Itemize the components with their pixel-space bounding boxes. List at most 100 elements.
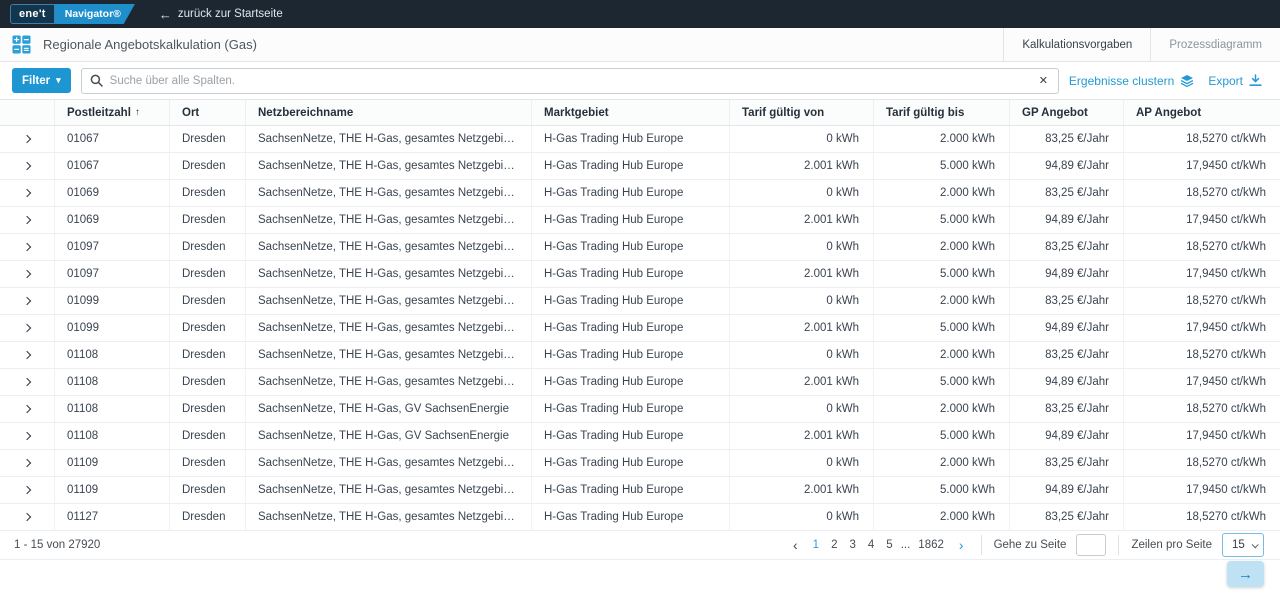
clear-search-button[interactable]: ✕ [1037,74,1050,87]
cell-tarif-gueltig-bis: 5.000 kWh [874,477,1010,503]
expand-row-button[interactable] [0,369,55,395]
cell-postleitzahl: 01108 [55,396,170,422]
export-label: Export [1208,74,1243,88]
expand-row-button[interactable] [0,261,55,287]
expand-row-button[interactable] [0,423,55,449]
cell-gp-angebot: 83,25 €/Jahr [1010,234,1124,260]
table-row: 01099 Dresden SachsenNetze, THE H-Gas, g… [0,288,1280,315]
title-bar: Regionale Angebotskalkulation (Gas) Kalk… [0,28,1280,62]
cell-tarif-gueltig-von: 2.001 kWh [730,153,874,179]
header-marktgebiet[interactable]: Marktgebiet [532,100,730,125]
cell-tarif-gueltig-bis: 2.000 kWh [874,450,1010,476]
cell-ort: Dresden [170,423,246,449]
cell-netzbereichname: SachsenNetze, THE H-Gas, gesamtes Netzge… [246,369,532,395]
cell-tarif-gueltig-bis: 5.000 kWh [874,315,1010,341]
expand-row-button[interactable] [0,153,55,179]
topbar: ene't Navigator® ← zurück zur Startseite [0,0,1280,28]
page-button-1862[interactable]: 1862 [912,537,950,553]
cell-marktgebiet: H-Gas Trading Hub Europe [532,423,730,449]
header-tarif-gueltig-von[interactable]: Tarif gültig von [730,100,874,125]
page-button-3[interactable]: 3 [843,537,861,553]
cell-tarif-gueltig-von: 2.001 kWh [730,423,874,449]
header-expand-column [0,100,55,125]
expand-row-button[interactable] [0,477,55,503]
table-body: 01067 Dresden SachsenNetze, THE H-Gas, g… [0,126,1280,531]
chevron-right-icon [23,405,31,413]
search-input[interactable] [110,75,1030,87]
cell-ap-angebot: 18,5270 ct/kWh [1124,396,1280,422]
chevron-right-icon [23,378,31,386]
table-row: 01108 Dresden SachsenNetze, THE H-Gas, g… [0,369,1280,396]
goto-page-input[interactable] [1076,534,1106,556]
cell-postleitzahl: 01127 [55,504,170,530]
cell-tarif-gueltig-von: 0 kWh [730,342,874,368]
cell-tarif-gueltig-bis: 5.000 kWh [874,261,1010,287]
cell-ort: Dresden [170,261,246,287]
cell-postleitzahl: 01097 [55,234,170,260]
cell-marktgebiet: H-Gas Trading Hub Europe [532,180,730,206]
table-row: 01099 Dresden SachsenNetze, THE H-Gas, g… [0,315,1280,342]
chevron-right-icon [23,486,31,494]
chevron-right-icon [23,513,31,521]
cell-postleitzahl: 01067 [55,126,170,152]
expand-row-button[interactable] [0,504,55,530]
cell-ort: Dresden [170,153,246,179]
goto-page-label: Gehe zu Seite [994,539,1067,551]
next-page-button[interactable]: › [954,538,969,552]
cell-ort: Dresden [170,288,246,314]
cell-marktgebiet: H-Gas Trading Hub Europe [532,126,730,152]
tab-kalkulationsvorgaben[interactable]: Kalkulationsvorgaben [1003,28,1150,61]
cell-tarif-gueltig-bis: 5.000 kWh [874,423,1010,449]
expand-row-button[interactable] [0,180,55,206]
export-link[interactable]: Export [1208,74,1262,88]
cell-netzbereichname: SachsenNetze, THE H-Gas, gesamtes Netzge… [246,288,532,314]
cell-ap-angebot: 17,9450 ct/kWh [1124,207,1280,233]
cell-ap-angebot: 17,9450 ct/kWh [1124,153,1280,179]
page-button-2[interactable]: 2 [825,537,843,553]
cell-ap-angebot: 18,5270 ct/kWh [1124,450,1280,476]
chevron-right-icon [23,135,31,143]
expand-row-button[interactable] [0,396,55,422]
cell-tarif-gueltig-von: 2.001 kWh [730,207,874,233]
header-netzbereichname[interactable]: Netzbereichname [246,100,532,125]
rows-per-page-value: 15 [1232,539,1245,551]
previous-page-button[interactable]: ‹ [788,538,803,552]
expand-row-button[interactable] [0,207,55,233]
expand-row-button[interactable] [0,288,55,314]
cell-ap-angebot: 17,9450 ct/kWh [1124,315,1280,341]
sort-ascending-icon: ↑ [135,107,140,118]
filter-button[interactable]: Filter ▾ [12,68,71,93]
header-ap-angebot[interactable]: AP Angebot [1124,100,1280,125]
page-button-5[interactable]: 5 [880,537,898,553]
cell-postleitzahl: 01109 [55,450,170,476]
cell-gp-angebot: 83,25 €/Jahr [1010,450,1124,476]
cluster-results-link[interactable]: Ergebnisse clustern [1069,74,1194,88]
rows-per-page-select[interactable]: 15 [1222,533,1264,557]
enet-navigator-logo[interactable]: ene't Navigator® [10,4,135,24]
enet-logo-text: ene't [10,4,55,24]
cell-gp-angebot: 94,89 €/Jahr [1010,477,1124,503]
back-to-home-link[interactable]: ← zurück zur Startseite [159,8,283,21]
header-postleitzahl[interactable]: Postleitzahl ↑ [55,100,170,125]
cell-tarif-gueltig-bis: 2.000 kWh [874,342,1010,368]
expand-row-button[interactable] [0,315,55,341]
cell-netzbereichname: SachsenNetze, THE H-Gas, gesamtes Netzge… [246,126,532,152]
cell-tarif-gueltig-von: 2.001 kWh [730,315,874,341]
page-button-4[interactable]: 4 [862,537,880,553]
back-link-label: zurück zur Startseite [178,8,283,20]
tab-prozessdiagramm[interactable]: Prozessdiagramm [1150,28,1280,61]
page-button-1[interactable]: 1 [807,537,825,553]
cell-tarif-gueltig-bis: 2.000 kWh [874,504,1010,530]
expand-row-button[interactable] [0,342,55,368]
header-tarif-gueltig-bis[interactable]: Tarif gültig bis [874,100,1010,125]
cell-netzbereichname: SachsenNetze, THE H-Gas, gesamtes Netzge… [246,180,532,206]
scroll-next-button[interactable]: → [1227,561,1264,587]
expand-row-button[interactable] [0,126,55,152]
rows-per-page-group: Zeilen pro Seite 15 [1131,533,1264,557]
cell-ap-angebot: 17,9450 ct/kWh [1124,369,1280,395]
expand-row-button[interactable] [0,234,55,260]
header-gp-angebot[interactable]: GP Angebot [1010,100,1124,125]
header-ort[interactable]: Ort [170,100,246,125]
expand-row-button[interactable] [0,450,55,476]
chevron-right-icon [23,324,31,332]
